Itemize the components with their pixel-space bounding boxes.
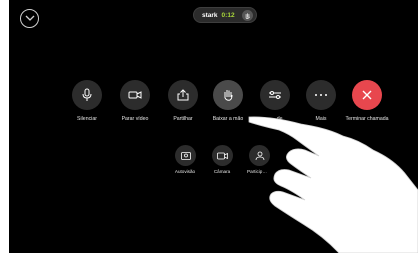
pointing-hand-illustration [248,116,418,253]
call-screen: stark 0:12 Silenciar Parar vídeo Partilh… [9,0,418,253]
